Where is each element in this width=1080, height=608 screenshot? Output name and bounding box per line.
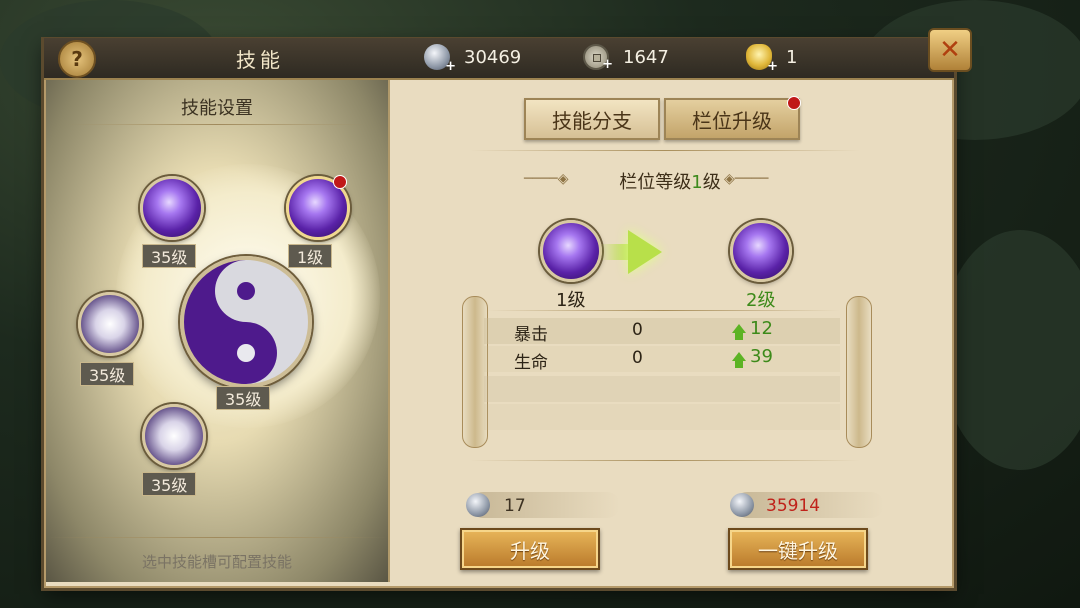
plus-icon: + — [767, 59, 778, 74]
currency-copper[interactable]: + 1647 — [583, 44, 669, 72]
slot-level-badge: 1级 — [288, 244, 333, 268]
silver-icon: + — [424, 44, 456, 74]
scroll-ornament-right — [846, 296, 872, 448]
up-arrow-icon — [732, 352, 746, 368]
next-skill-icon — [730, 220, 792, 282]
stat-increase: 12 — [732, 318, 773, 340]
stat-name: 生命 — [514, 353, 548, 373]
divider — [486, 310, 840, 311]
plus-icon: + — [445, 59, 456, 74]
one-key-upgrade-button[interactable]: 一键升级 — [728, 528, 868, 570]
yin-yang-core[interactable] — [180, 256, 312, 388]
notification-dot — [333, 175, 347, 189]
upgrade-button[interactable]: 升级 — [460, 528, 600, 570]
core-level-badge: 35级 — [216, 386, 271, 410]
stat-current: 0 — [632, 348, 643, 368]
gold-ingot-icon: + — [746, 44, 778, 74]
silver-icon — [730, 493, 754, 517]
divider — [470, 150, 860, 151]
currency-silver[interactable]: + 30469 — [424, 44, 522, 74]
notification-dot — [787, 96, 801, 110]
copper-amount: 1647 — [623, 46, 669, 68]
close-icon: ✕ — [939, 35, 961, 65]
next-level: 2级 — [746, 290, 776, 311]
stat-row — [484, 404, 840, 430]
divider — [470, 460, 860, 461]
current-skill-icon — [540, 220, 602, 282]
help-button[interactable]: ? — [58, 40, 96, 78]
slot-level-badge: 35级 — [80, 362, 135, 386]
silver-icon — [466, 493, 490, 517]
current-level: 1级 — [556, 290, 586, 311]
copper-coin-icon: + — [583, 44, 613, 72]
up-arrow-icon — [732, 324, 746, 340]
ornament-right: ◈──── — [724, 171, 769, 187]
arrow-right-icon — [628, 230, 662, 274]
window-title: 技能 — [236, 48, 284, 72]
currency-gold[interactable]: + 1 — [746, 44, 798, 74]
slot-level-badge: 35级 — [142, 472, 197, 496]
slot-level-badge: 35级 — [142, 244, 197, 268]
skill-slot-4[interactable] — [142, 404, 206, 468]
divider — [46, 537, 388, 538]
tab-slot-upgrade[interactable]: 栏位升级 — [664, 98, 800, 140]
stat-row — [484, 376, 840, 402]
skill-slot-1[interactable] — [140, 176, 204, 240]
plus-icon: + — [602, 57, 613, 72]
stat-name: 暴击 — [514, 325, 548, 345]
cost-bar — [470, 492, 620, 518]
tab-skill-branch[interactable]: 技能分支 — [524, 98, 660, 140]
stat-current: 0 — [632, 320, 643, 340]
divider — [66, 124, 368, 125]
arrow-tail — [600, 244, 630, 260]
close-button[interactable]: ✕ — [928, 28, 972, 72]
panel-hint: 选中技能槽可配置技能 — [141, 553, 292, 571]
silver-amount: 30469 — [464, 46, 522, 68]
help-icon: ? — [71, 47, 83, 71]
stat-increase: 39 — [732, 346, 773, 368]
gold-amount: 1 — [786, 46, 798, 68]
one-key-upgrade-cost: 35914 — [766, 496, 821, 516]
upgrade-cost: 17 — [504, 496, 526, 516]
skill-slot-3[interactable] — [78, 292, 142, 356]
panel-title: 技能设置 — [181, 98, 253, 119]
ornament-left: ────◈ — [524, 171, 569, 187]
